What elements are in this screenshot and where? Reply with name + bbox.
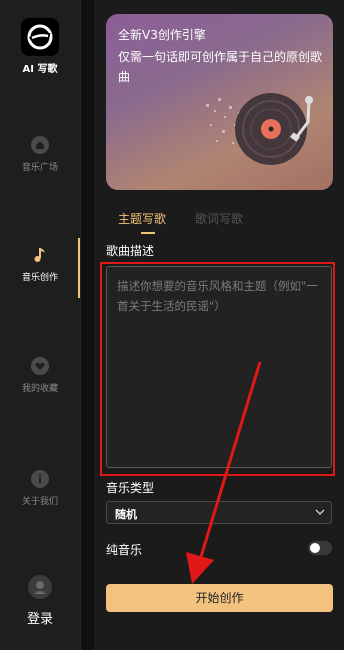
tab-underline bbox=[141, 232, 155, 234]
sidebar-item-label: 我的收藏 bbox=[21, 384, 58, 394]
highlight-box bbox=[100, 262, 335, 476]
sidebar-item-music-square[interactable]: 音乐广场 bbox=[0, 136, 80, 173]
sidebar-item-about[interactable]: 关于我们 bbox=[0, 470, 80, 507]
avatar-icon[interactable] bbox=[28, 575, 52, 599]
instrumental-label: 纯音乐 bbox=[106, 543, 143, 557]
sidebar: AI 写歌 音乐广场 音乐创作 我的收藏 关于我们 登录 bbox=[0, 0, 81, 650]
logo-icon bbox=[27, 24, 53, 50]
description-label: 歌曲描述 bbox=[106, 244, 155, 258]
tab-lyrics[interactable]: 歌词写歌 bbox=[195, 210, 243, 227]
music-type-select[interactable]: 随机 bbox=[106, 501, 332, 524]
app-logo bbox=[21, 18, 59, 56]
banner-title: 全新V3创作引擎 bbox=[118, 28, 206, 42]
sidebar-item-label: 关于我们 bbox=[21, 497, 58, 507]
promo-banner[interactable]: 全新V3创作引擎 仅需一句话即可创作属于自己的原创歌曲 bbox=[106, 14, 333, 190]
main-panel: 全新V3创作引擎 仅需一句话即可创作属于自己的原创歌曲 主题写歌 歌词写歌 歌曲… bbox=[94, 0, 344, 650]
vinyl-record-icon bbox=[206, 93, 313, 165]
sidebar-item-label: 音乐广场 bbox=[21, 163, 58, 173]
music-type-label: 音乐类型 bbox=[106, 481, 155, 495]
heart-icon bbox=[31, 357, 49, 375]
start-create-button[interactable]: 开始创作 bbox=[106, 584, 333, 612]
divider bbox=[81, 0, 94, 650]
tab-theme[interactable]: 主题写歌 bbox=[118, 210, 166, 227]
sidebar-item-label: 音乐创作 bbox=[21, 273, 58, 283]
sidebar-item-music-create[interactable]: 音乐创作 bbox=[0, 246, 80, 283]
music-type-value: 随机 bbox=[115, 508, 137, 521]
sidebar-item-favorites[interactable]: 我的收藏 bbox=[0, 357, 80, 394]
active-indicator bbox=[78, 238, 80, 298]
login-button[interactable]: 登录 bbox=[0, 608, 80, 627]
instrumental-toggle[interactable] bbox=[308, 541, 332, 555]
toggle-knob bbox=[310, 543, 320, 553]
banner-subtitle: 仅需一句话即可创作属于自己的原创歌曲 bbox=[118, 50, 323, 84]
app-name: AI 写歌 bbox=[22, 64, 58, 75]
home-icon bbox=[31, 136, 49, 154]
chevron-down-icon bbox=[315, 509, 325, 515]
music-note-icon bbox=[34, 248, 45, 262]
info-icon bbox=[31, 470, 49, 488]
create-mode-tabs: 主题写歌 歌词写歌 bbox=[106, 210, 333, 234]
